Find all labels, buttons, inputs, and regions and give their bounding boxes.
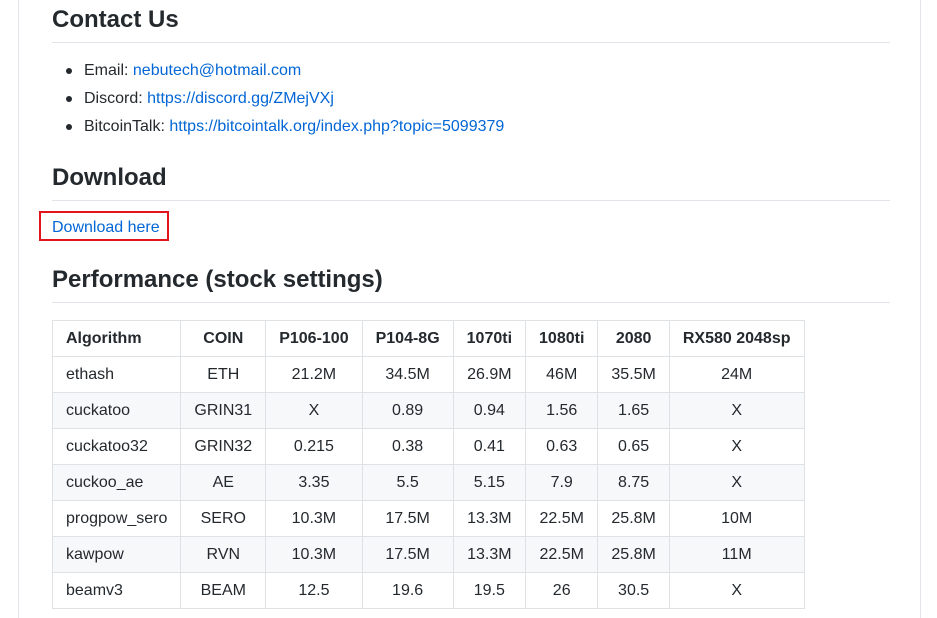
algorithm-cell: cuckatoo — [51, 392, 182, 429]
algorithm-cell: cuckatoo32 — [51, 428, 182, 465]
hashrate-cell: X — [668, 572, 805, 609]
hashrate-cell: 5.15 — [452, 464, 527, 501]
column-header: P104-8G — [361, 320, 454, 357]
hashrate-cell: 34.5M — [361, 356, 454, 393]
contact-label: Discord: — [84, 90, 148, 107]
contact-label: Email: — [84, 62, 133, 79]
hashrate-cell: 26 — [525, 572, 599, 609]
hashrate-cell: 12.5 — [265, 572, 363, 609]
hashrate-cell: 25.8M — [597, 500, 670, 537]
table-row: progpow_sero SERO 10.3M 17.5M 13.3M 22.5M 25.8… — [51, 500, 805, 537]
bullet-icon — [66, 96, 72, 102]
algorithm-cell: beamv3 — [51, 572, 182, 609]
hashrate-cell: 0.94 — [452, 392, 527, 429]
hashrate-cell: 13.3M — [452, 536, 527, 573]
column-header: 1070ti — [452, 320, 527, 357]
coin-cell: ETH — [180, 356, 267, 393]
hashrate-cell: 10.3M — [265, 536, 363, 573]
hashrate-cell: 5.5 — [361, 464, 454, 501]
contact-list: Email: nebutech@hotmail.com Discord: htt… — [52, 57, 504, 141]
algorithm-cell: kawpow — [51, 536, 182, 573]
hashrate-cell: X — [668, 464, 805, 501]
hashrate-cell: 26.9M — [452, 356, 527, 393]
hashrate-cell: 8.75 — [597, 464, 670, 501]
table-row: cuckatoo32 GRIN32 0.215 0.38 0.41 0.63 0.65 X — [51, 428, 805, 465]
hashrate-cell: 22.5M — [525, 536, 599, 573]
contact-item-email: Email: nebutech@hotmail.com — [66, 57, 504, 85]
hashrate-cell: 25.8M — [597, 536, 670, 573]
table-row: cuckatoo GRIN31 X 0.89 0.94 1.56 1.65 X — [51, 392, 805, 429]
table-row: kawpow RVN 10.3M 17.5M 13.3M 22.5M 25.8M 11M — [51, 536, 805, 573]
email-link[interactable]: nebutech@hotmail.com — [133, 62, 301, 79]
table-body: ethash ETH 21.2M 34.5M 26.9M 46M 35.5M 24M cucka… — [51, 356, 805, 609]
contact-heading: Contact Us — [52, 5, 890, 43]
algorithm-cell: progpow_sero — [51, 500, 182, 537]
hashrate-cell: 13.3M — [452, 500, 527, 537]
download-link[interactable]: Download here — [52, 218, 160, 238]
coin-cell: RVN — [180, 536, 267, 573]
hashrate-cell: 0.89 — [361, 392, 454, 429]
column-header: COIN — [180, 320, 267, 357]
hashrate-cell: 17.5M — [361, 500, 454, 537]
hashrate-cell: 17.5M — [361, 536, 454, 573]
performance-heading: Performance (stock settings) — [52, 265, 890, 303]
algorithm-cell: cuckoo_ae — [51, 464, 182, 501]
coin-cell: GRIN32 — [180, 428, 267, 465]
hashrate-cell: 22.5M — [525, 500, 599, 537]
hashrate-cell: X — [668, 428, 805, 465]
bullet-icon — [66, 124, 72, 130]
hashrate-cell: 0.41 — [452, 428, 527, 465]
hashrate-cell: 24M — [668, 356, 805, 393]
coin-cell: SERO — [180, 500, 267, 537]
hashrate-cell: 0.38 — [361, 428, 454, 465]
coin-cell: GRIN31 — [180, 392, 267, 429]
hashrate-cell: 46M — [525, 356, 599, 393]
hashrate-cell: 0.65 — [597, 428, 670, 465]
hashrate-cell: 10M — [668, 500, 805, 537]
contact-item-discord: Discord: https://discord.gg/ZMejVXj — [66, 85, 504, 113]
hashrate-cell: 10.3M — [265, 500, 363, 537]
column-header: P106-100 — [265, 320, 363, 357]
performance-table: Algorithm COIN P106-100 P104-8G 1070ti 1080ti… — [51, 320, 805, 609]
hashrate-cell: X — [668, 392, 805, 429]
hashrate-cell: 1.56 — [525, 392, 599, 429]
table-row: ethash ETH 21.2M 34.5M 26.9M 46M 35.5M 24M — [51, 356, 805, 393]
coin-cell: BEAM — [180, 572, 267, 609]
hashrate-cell: 1.65 — [597, 392, 670, 429]
contact-label: BitcoinTalk: — [84, 118, 170, 135]
hashrate-cell: 7.9 — [525, 464, 599, 501]
contact-item-bitcointalk: BitcoinTalk: https://bitcointalk.org/ind… — [66, 113, 504, 141]
hashrate-cell: 0.215 — [265, 428, 363, 465]
coin-cell: AE — [180, 464, 267, 501]
hashrate-cell: 30.5 — [597, 572, 670, 609]
hashrate-cell: 19.5 — [452, 572, 527, 609]
column-header: 1080ti — [525, 320, 599, 357]
hashrate-cell: 21.2M — [265, 356, 363, 393]
hashrate-cell: 35.5M — [597, 356, 670, 393]
column-header: 2080 — [597, 320, 670, 357]
hashrate-cell: X — [265, 392, 363, 429]
hashrate-cell: 0.63 — [525, 428, 599, 465]
hashrate-cell: 19.6 — [361, 572, 454, 609]
hashrate-cell: 11M — [668, 536, 805, 573]
hashrate-cell: 3.35 — [265, 464, 363, 501]
download-heading: Download — [52, 163, 890, 201]
bullet-icon — [66, 68, 72, 74]
bitcointalk-link[interactable]: https://bitcointalk.org/index.php?topic=… — [169, 118, 504, 135]
algorithm-cell: ethash — [51, 356, 182, 393]
discord-link[interactable]: https://discord.gg/ZMejVXj — [147, 90, 334, 107]
table-row: cuckoo_ae AE 3.35 5.5 5.15 7.9 8.75 X — [51, 464, 805, 501]
column-header: RX580 2048sp — [668, 320, 805, 357]
table-header-row: Algorithm COIN P106-100 P104-8G 1070ti 1080ti… — [51, 320, 805, 357]
table-row: beamv3 BEAM 12.5 19.6 19.5 26 30.5 X — [51, 572, 805, 609]
column-header: Algorithm — [51, 320, 182, 357]
